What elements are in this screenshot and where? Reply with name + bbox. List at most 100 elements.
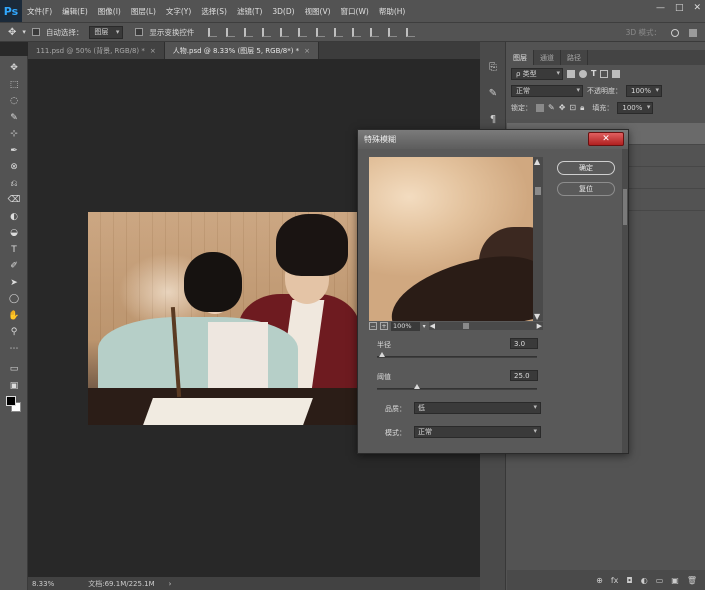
move-tool-icon[interactable]: ✥ (8, 27, 16, 38)
show-transform-checkbox[interactable] (135, 28, 144, 36)
distribute-hcenter-icon[interactable] (388, 27, 398, 37)
menu-edit[interactable]: 编辑(E) (57, 6, 93, 17)
pen-tool-icon[interactable]: ✐ (0, 258, 28, 275)
auto-select-checkbox[interactable] (31, 28, 40, 36)
document-photo[interactable] (88, 212, 360, 425)
align-top-icon[interactable] (208, 27, 218, 37)
align-vcenter-icon[interactable] (226, 27, 236, 37)
layer-filter-dropdown[interactable]: ρ 类型 (511, 67, 563, 80)
lasso-tool-icon[interactable]: ◌ (0, 93, 28, 110)
preview-zoom-level[interactable]: 100% (391, 321, 420, 331)
more-tools-icon[interactable]: ⋯ (0, 341, 28, 358)
brush-tool-icon[interactable]: ⎌ (0, 176, 28, 193)
scroll-down-icon[interactable]: ▼ (534, 312, 540, 321)
mode-dropdown[interactable]: 正常 (414, 426, 541, 438)
tab-close-icon[interactable]: × (150, 47, 156, 55)
zoom-in-button[interactable]: + (380, 322, 388, 330)
foreground-color-swatch[interactable] (6, 396, 16, 406)
search-icon[interactable] (671, 28, 679, 37)
distribute-top-icon[interactable] (316, 27, 326, 37)
radius-slider-thumb[interactable] (378, 352, 385, 357)
history-icon[interactable]: ⎘ (480, 54, 506, 80)
filter-type-icon[interactable]: T (591, 69, 596, 78)
lock-image-icon[interactable]: ✎ (548, 103, 555, 112)
lock-all-icon[interactable]: 🔒︎ (580, 103, 584, 113)
hand-tool-icon[interactable]: ✋ (0, 308, 28, 325)
status-menu-arrow-icon[interactable]: › (169, 580, 172, 588)
menu-3d[interactable]: 3D(D) (267, 7, 299, 16)
tool-preset-chevron-icon[interactable]: ▾ (22, 28, 26, 36)
lock-artboard-icon[interactable]: ⊡ (569, 103, 576, 112)
scroll-right-icon[interactable]: ▶ (537, 322, 542, 330)
filter-shape-icon[interactable] (600, 69, 609, 78)
align-left-icon[interactable] (262, 27, 272, 37)
maximize-icon[interactable]: □ (675, 3, 684, 13)
quality-dropdown[interactable]: 低 (414, 402, 541, 414)
distribute-left-icon[interactable] (370, 27, 380, 37)
threshold-slider-track[interactable] (377, 388, 537, 390)
scroll-up-icon[interactable]: ▲ (534, 157, 540, 166)
preview-horizontal-scrollbar[interactable]: ◀ ▶ (428, 322, 543, 330)
lock-position-icon[interactable]: ✥ (559, 103, 566, 112)
scroll-thumb[interactable] (535, 187, 541, 195)
tab-layers[interactable]: 图层 (507, 50, 534, 65)
tab-111-psd[interactable]: 111.psd @ 50% (背景, RGB/8) * × (28, 42, 165, 59)
new-layer-icon[interactable]: ▣ (671, 576, 679, 585)
menu-help[interactable]: 帮助(H) (374, 6, 411, 17)
blend-mode-dropdown[interactable]: 正常 (511, 84, 583, 97)
screen-mode-icon[interactable]: ▣ (0, 378, 28, 395)
dodge-tool-icon[interactable]: ◒ (0, 225, 28, 242)
threshold-input[interactable]: 25.0 (510, 370, 538, 381)
type-tool-icon[interactable]: T (0, 242, 28, 259)
zoom-chevron-icon[interactable]: ▾ (423, 323, 426, 330)
tab-paths[interactable]: 路径 (561, 50, 588, 65)
distribute-bottom-icon[interactable] (352, 27, 362, 37)
workspace-icon[interactable] (689, 28, 697, 37)
minimize-icon[interactable]: — (656, 3, 665, 13)
path-select-tool-icon[interactable]: ➤ (0, 275, 28, 292)
scroll-thumb[interactable] (462, 323, 469, 329)
reset-button[interactable]: 复位 (557, 182, 615, 196)
opacity-field[interactable]: 100% (626, 84, 662, 97)
link-layers-icon[interactable]: ⊕ (596, 576, 603, 585)
align-right-icon[interactable] (298, 27, 308, 37)
menu-window[interactable]: 窗口(W) (336, 6, 374, 17)
lock-transparent-icon[interactable] (536, 103, 544, 112)
gradient-tool-icon[interactable]: ◐ (0, 209, 28, 226)
tab-channels[interactable]: 通道 (534, 50, 561, 65)
tab-renwu-psd[interactable]: 人物.psd @ 8.33% (图层 5, RGB/8*) * × (164, 42, 320, 59)
preview-vertical-scrollbar[interactable]: ▲ ▼ (533, 157, 543, 321)
magic-wand-tool-icon[interactable]: ✎ (0, 110, 28, 127)
add-mask-icon[interactable]: ◘ (626, 576, 632, 585)
scroll-thumb[interactable] (623, 189, 627, 225)
menu-view[interactable]: 视图(V) (300, 6, 336, 17)
ok-button[interactable]: 确定 (557, 161, 615, 175)
menu-select[interactable]: 选择(S) (196, 6, 232, 17)
adjustment-layer-icon[interactable]: ◐ (641, 576, 648, 585)
distribute-right-icon[interactable] (406, 27, 416, 37)
zoom-out-button[interactable]: − (369, 322, 377, 330)
delete-layer-icon[interactable]: 🗑 (687, 576, 697, 585)
fill-field[interactable]: 100% (617, 101, 654, 114)
zoom-tool-icon[interactable]: ⚲ (0, 324, 28, 341)
radius-slider-track[interactable] (377, 356, 537, 358)
menu-layer[interactable]: 图层(L) (126, 6, 161, 17)
filter-smart-object-icon[interactable] (612, 69, 621, 78)
auto-select-dropdown[interactable]: 图层 (89, 25, 124, 39)
marquee-tool-icon[interactable]: ⬚ (0, 77, 28, 94)
eraser-tool-icon[interactable]: ⌫ (0, 192, 28, 209)
menu-type[interactable]: 文字(Y) (161, 6, 196, 17)
quick-mask-icon[interactable]: ▭ (0, 361, 28, 378)
filter-preview[interactable] (369, 157, 533, 321)
radius-input[interactable]: 3.0 (510, 338, 538, 349)
distribute-vcenter-icon[interactable] (334, 27, 344, 37)
crop-tool-icon[interactable]: ⊹ (0, 126, 28, 143)
menu-file[interactable]: 文件(F) (22, 6, 57, 17)
layer-style-icon[interactable]: fx (611, 576, 619, 585)
tab-close-icon[interactable]: × (304, 47, 310, 55)
align-bottom-icon[interactable] (244, 27, 254, 37)
scroll-left-icon[interactable]: ◀ (430, 322, 435, 330)
close-icon[interactable]: ✕ (693, 3, 701, 13)
new-group-icon[interactable]: ▭ (656, 576, 664, 585)
move-tool-icon[interactable]: ✥ (0, 60, 28, 77)
